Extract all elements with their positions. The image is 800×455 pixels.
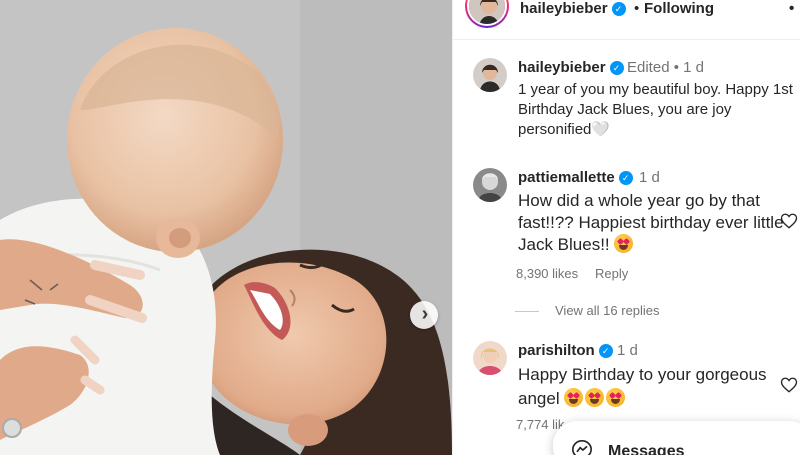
messages-label[interactable]: Messages (608, 443, 685, 455)
star-struck-emoji (614, 234, 634, 253)
comment-text: Happy Birthday to your gorgeous angel (518, 365, 767, 408)
comment-text: How did a whole year go by that fast!!??… (518, 191, 784, 254)
verified-badge-icon: ✓ (611, 2, 626, 16)
caption-avatar[interactable] (473, 58, 507, 92)
separator-dot: • (634, 0, 640, 17)
caption-text: 1 year of you my beautiful boy. Happy 1s… (518, 81, 793, 138)
reply-button[interactable]: Reply (595, 266, 628, 281)
more-options-button[interactable]: • (789, 0, 794, 17)
view-replies-link[interactable]: View all 16 replies (515, 303, 660, 318)
comment-likes[interactable]: 8,390 likes (516, 266, 578, 281)
commenter-avatar[interactable] (473, 341, 507, 375)
comment-time: 1 d (639, 169, 660, 186)
comment-username[interactable]: pattiemallette ✓ (518, 169, 633, 186)
star-struck-emoji (564, 388, 584, 407)
post-header: haileybieber ✓ • Following • (453, 0, 800, 40)
chevron-right-icon: › (421, 303, 429, 325)
commenter-avatar[interactable] (473, 168, 507, 202)
star-struck-emoji (585, 388, 605, 407)
verified-badge-icon: ✓ (598, 344, 613, 358)
next-photo-button[interactable]: › (410, 301, 438, 329)
author-avatar[interactable] (465, 0, 509, 28)
heart-icon[interactable] (780, 376, 798, 394)
photo-illustration (0, 0, 452, 455)
heart-icon[interactable] (780, 212, 798, 230)
star-struck-emoji (606, 388, 626, 407)
verified-badge-icon: ✓ (618, 171, 633, 185)
caption-username[interactable]: haileybieber ✓ (518, 59, 624, 76)
verified-badge-icon: ✓ (609, 61, 624, 75)
messages-icon (572, 440, 592, 455)
post-photo: › (0, 0, 452, 455)
following-button[interactable]: Following (644, 0, 714, 17)
post-author-name[interactable]: haileybieber ✓ (520, 0, 626, 17)
comments-panel: haileybieber ✓ • Following • haileybieber… (452, 0, 800, 455)
messages-button[interactable]: Messages (553, 421, 800, 455)
caption-edited-time: Edited • 1 d (627, 59, 704, 76)
comment-username[interactable]: parishilton ✓ (518, 342, 613, 359)
replies-divider (515, 311, 539, 312)
comment-time: 1 d (617, 342, 638, 359)
